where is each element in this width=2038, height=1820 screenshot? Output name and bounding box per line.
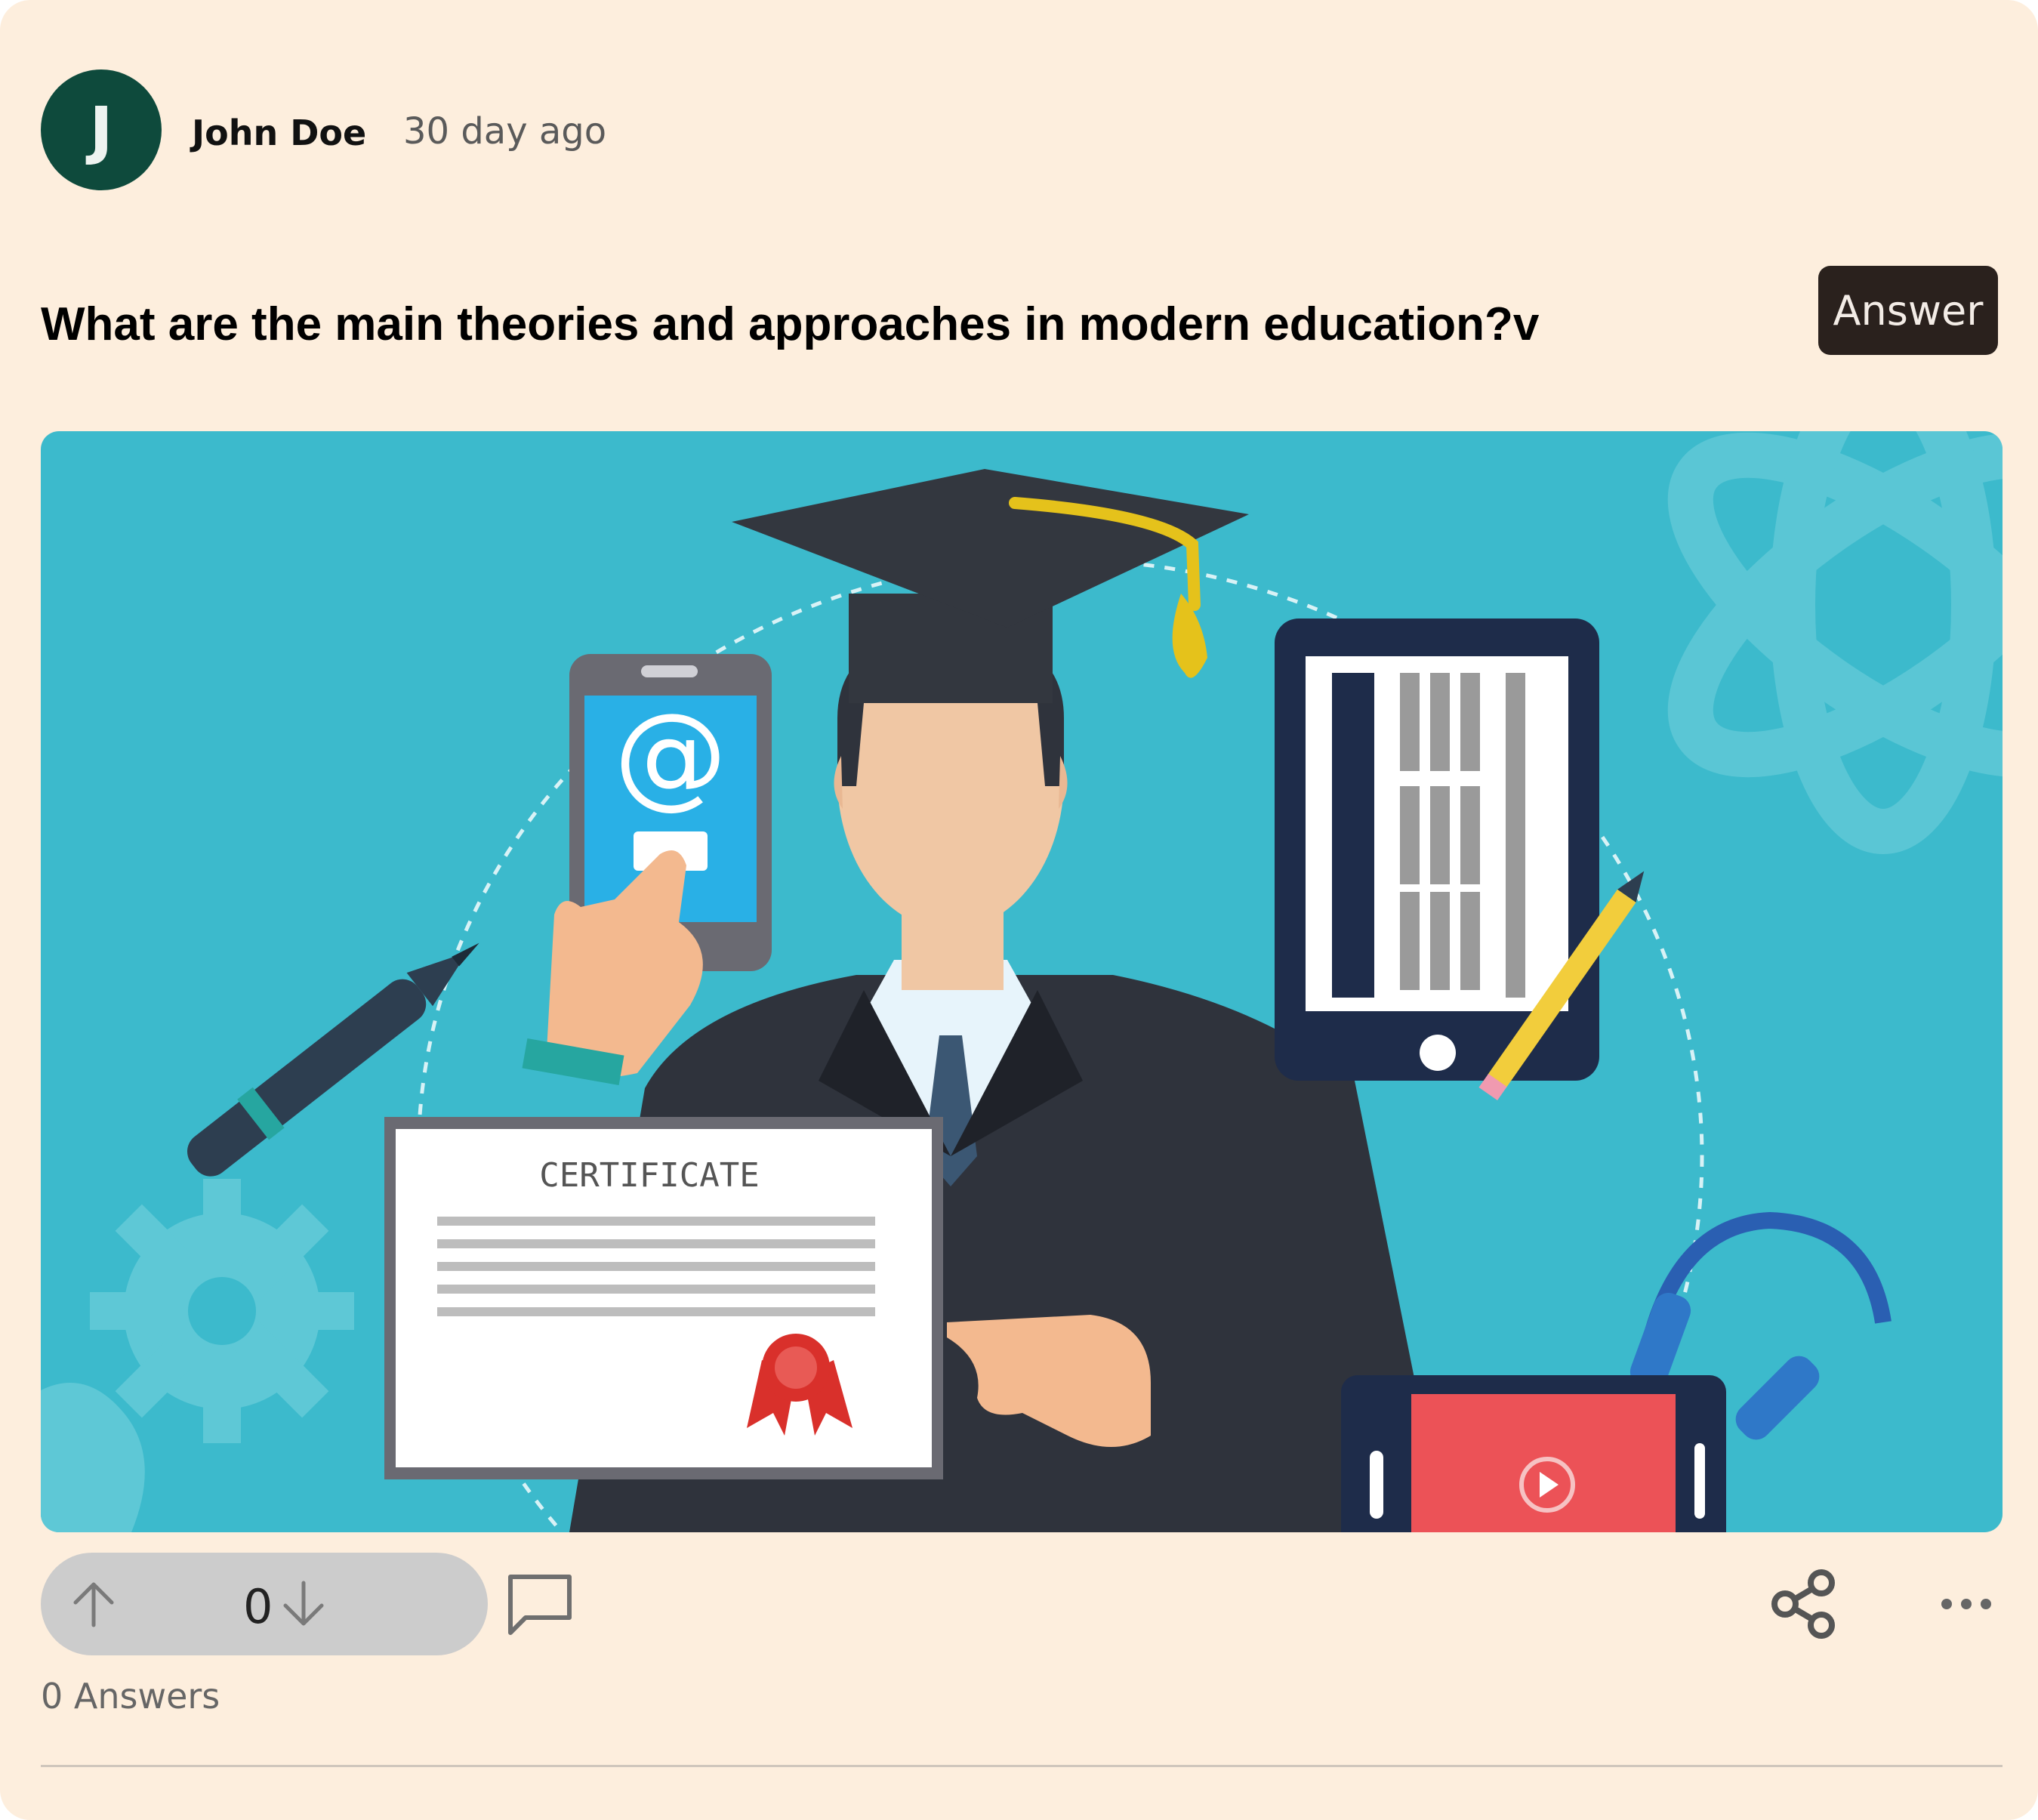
gear-decoration [90,1179,354,1443]
certificate-text: CERTIFICATE [539,1156,759,1195]
comment-icon[interactable] [504,1569,575,1640]
share-icon[interactable] [1770,1569,1839,1639]
avatar[interactable]: J [41,69,162,190]
education-illustration: @ CERTIFICATE [41,431,2003,1532]
arrow-down-icon[interactable] [275,1575,332,1633]
video-tablet-icon [1341,1375,1726,1532]
at-symbol: @ [614,689,727,821]
more-icon[interactable] [1939,1586,1993,1622]
avatar-initial: J [89,93,113,167]
certificate-icon: CERTIFICATE [384,1117,943,1479]
post-image[interactable]: @ CERTIFICATE [41,431,2003,1532]
divider [41,1765,2003,1767]
arrow-up-icon[interactable] [65,1575,122,1633]
answer-button[interactable]: Answer [1818,266,1998,355]
answers-count[interactable]: 0 Answers [41,1673,220,1719]
author-name[interactable]: John Doe [192,110,366,156]
post-card: J John Doe 30 day ago What are the main … [0,0,2038,1820]
blob-decoration [41,1383,145,1532]
question-title[interactable]: What are the main theories and approache… [41,298,1539,352]
atom-decoration [1667,431,2003,854]
post-timestamp: 30 day ago [403,110,607,153]
vote-count: 0 [243,1579,273,1634]
